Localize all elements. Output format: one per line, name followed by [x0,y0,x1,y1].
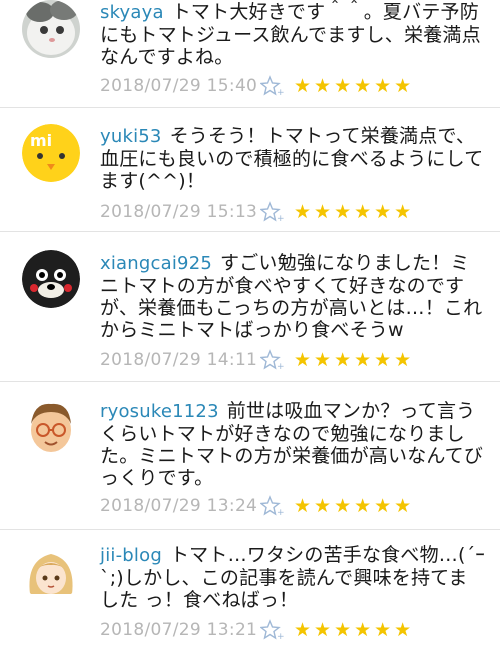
svg-text:+: + [277,362,284,371]
rating-stars: ★★★★★★ [294,201,415,223]
boy-avatar[interactable] [22,398,80,456]
comment-item: skyaya トマト大好きです＾＾。夏バテ予防にもトマトジュース飲んでますし、栄養… [0,0,500,108]
bear-avatar[interactable] [22,250,80,308]
comment-meta: 2018/07/29 15:40 + ★★★★★★ [100,74,414,98]
rating-stars: ★★★★★★ [294,75,415,97]
comment-meta: 2018/07/29 13:21 + ★★★★★★ [100,618,414,642]
comment-body: skyaya トマト大好きです＾＾。夏バテ予防にもトマトジュース飲んでますし、栄養… [100,1,486,68]
comment-item: ryosuke1123 前世は吸血マンか？って言うくらいトマトが好きなので勉強にな… [0,382,500,530]
comment-timestamp: 2018/07/29 13:21 [100,620,258,640]
comment-meta: 2018/07/29 14:11 + ★★★★★★ [100,348,414,372]
star-plus-icon[interactable]: + [259,75,285,98]
comment-item: mi yuki53 そうそう！トマトって栄養満点で、血圧にも良いので積極的に食べる… [0,108,500,232]
comment-timestamp: 2018/07/29 15:40 [100,76,258,96]
comment-timestamp: 2018/07/29 13:24 [100,496,258,516]
svg-text:+: + [277,214,284,223]
svg-text:+: + [277,508,284,517]
star-plus-icon[interactable]: + [259,495,285,518]
comment-username[interactable]: skyaya [100,2,164,23]
comment-username[interactable]: jii-blog [100,545,162,566]
star-plus-icon[interactable]: + [259,201,285,224]
svg-text:mi: mi [30,131,52,150]
svg-text:+: + [277,88,284,97]
chick-avatar[interactable]: mi [22,124,80,182]
comment-timestamp: 2018/07/29 15:13 [100,202,258,222]
star-plus-icon[interactable]: + [259,349,285,372]
comment-username[interactable]: ryosuke1123 [100,401,219,422]
comment-body: ryosuke1123 前世は吸血マンか？って言うくらいトマトが好きなので勉強にな… [100,400,486,489]
comment-item: xiangcai925 すごい勉強になりました！ミニトマトの方が食べやすくて好きな… [0,232,500,382]
comment-item: jii-blog トマト…ワタシの苦手な食べ物…(´ｰ`;)しかし、この記事を読ん… [0,530,500,642]
star-plus-icon[interactable]: + [259,619,285,642]
cat-avatar[interactable] [22,0,80,58]
comment-timestamp: 2018/07/29 14:11 [100,350,258,370]
rating-stars: ★★★★★★ [294,495,415,517]
girl-avatar[interactable] [22,544,80,602]
comment-body: xiangcai925 すごい勉強になりました！ミニトマトの方が食べやすくて好きな… [100,252,486,341]
comment-username[interactable]: xiangcai925 [100,253,212,274]
rating-stars: ★★★★★★ [294,349,415,371]
comment-meta: 2018/07/29 13:24 + ★★★★★★ [100,494,414,518]
comment-body: jii-blog トマト…ワタシの苦手な食べ物…(´ｰ`;)しかし、この記事を読ん… [100,544,486,611]
rating-stars: ★★★★★★ [294,619,415,641]
comment-meta: 2018/07/29 15:13 + ★★★★★★ [100,200,414,224]
comment-body: yuki53 そうそう！トマトって栄養満点で、血圧にも良いので積極的に食べるように… [100,125,486,192]
comment-username[interactable]: yuki53 [100,126,162,147]
